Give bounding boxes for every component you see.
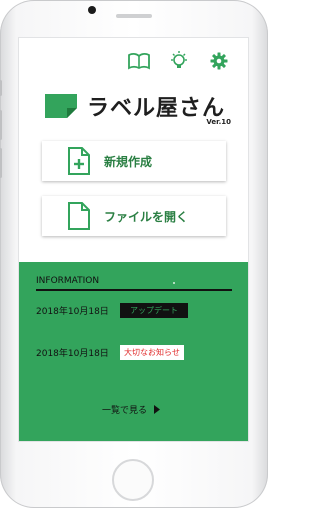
app-screen: ラベル屋さん Ver.10 新規作成 ファイルを開く INFORMATION 2… — [19, 38, 248, 441]
view-all-link[interactable]: 一覧で見る — [102, 403, 161, 416]
book-icon[interactable] — [126, 50, 152, 72]
toolbar — [126, 50, 232, 72]
lightbulb-icon[interactable] — [166, 50, 192, 72]
play-arrow-icon — [154, 405, 161, 414]
open-file-label: ファイルを開く — [104, 209, 189, 224]
news-item[interactable]: 2018年10月18日 アップデート — [36, 303, 188, 318]
mute-switch — [0, 80, 2, 96]
gear-icon[interactable] — [206, 50, 232, 72]
news-date: 2018年10月18日 — [36, 349, 109, 359]
phone-frame: ラベル屋さん Ver.10 新規作成 ファイルを開く INFORMATION 2… — [0, 0, 268, 508]
new-document-icon — [68, 147, 90, 175]
volume-down-button — [0, 148, 2, 178]
open-file-button[interactable]: ファイルを開く — [42, 196, 226, 236]
front-camera — [88, 6, 96, 14]
information-heading: INFORMATION — [36, 276, 232, 291]
update-badge: アップデート — [120, 303, 188, 318]
earpiece-speaker — [116, 14, 152, 18]
news-date: 2018年10月18日 — [36, 307, 109, 317]
news-item[interactable]: 2018年10月18日 大切なお知らせ — [36, 345, 184, 360]
label-logo-icon — [45, 94, 77, 118]
version-label: Ver.10 — [206, 118, 231, 126]
document-icon — [68, 202, 90, 230]
new-file-label: 新規作成 — [104, 154, 153, 169]
information-panel: INFORMATION 2018年10月18日 アップデート 2018年10月1… — [19, 262, 248, 441]
app-logo: ラベル屋さん Ver.10 — [45, 90, 235, 130]
view-all-label: 一覧で見る — [102, 406, 148, 416]
important-notice-badge: 大切なお知らせ — [120, 345, 184, 360]
home-button[interactable] — [112, 459, 154, 501]
new-file-button[interactable]: 新規作成 — [42, 141, 226, 181]
volume-up-button — [0, 110, 2, 140]
app-title: ラベル屋さん — [87, 96, 226, 121]
